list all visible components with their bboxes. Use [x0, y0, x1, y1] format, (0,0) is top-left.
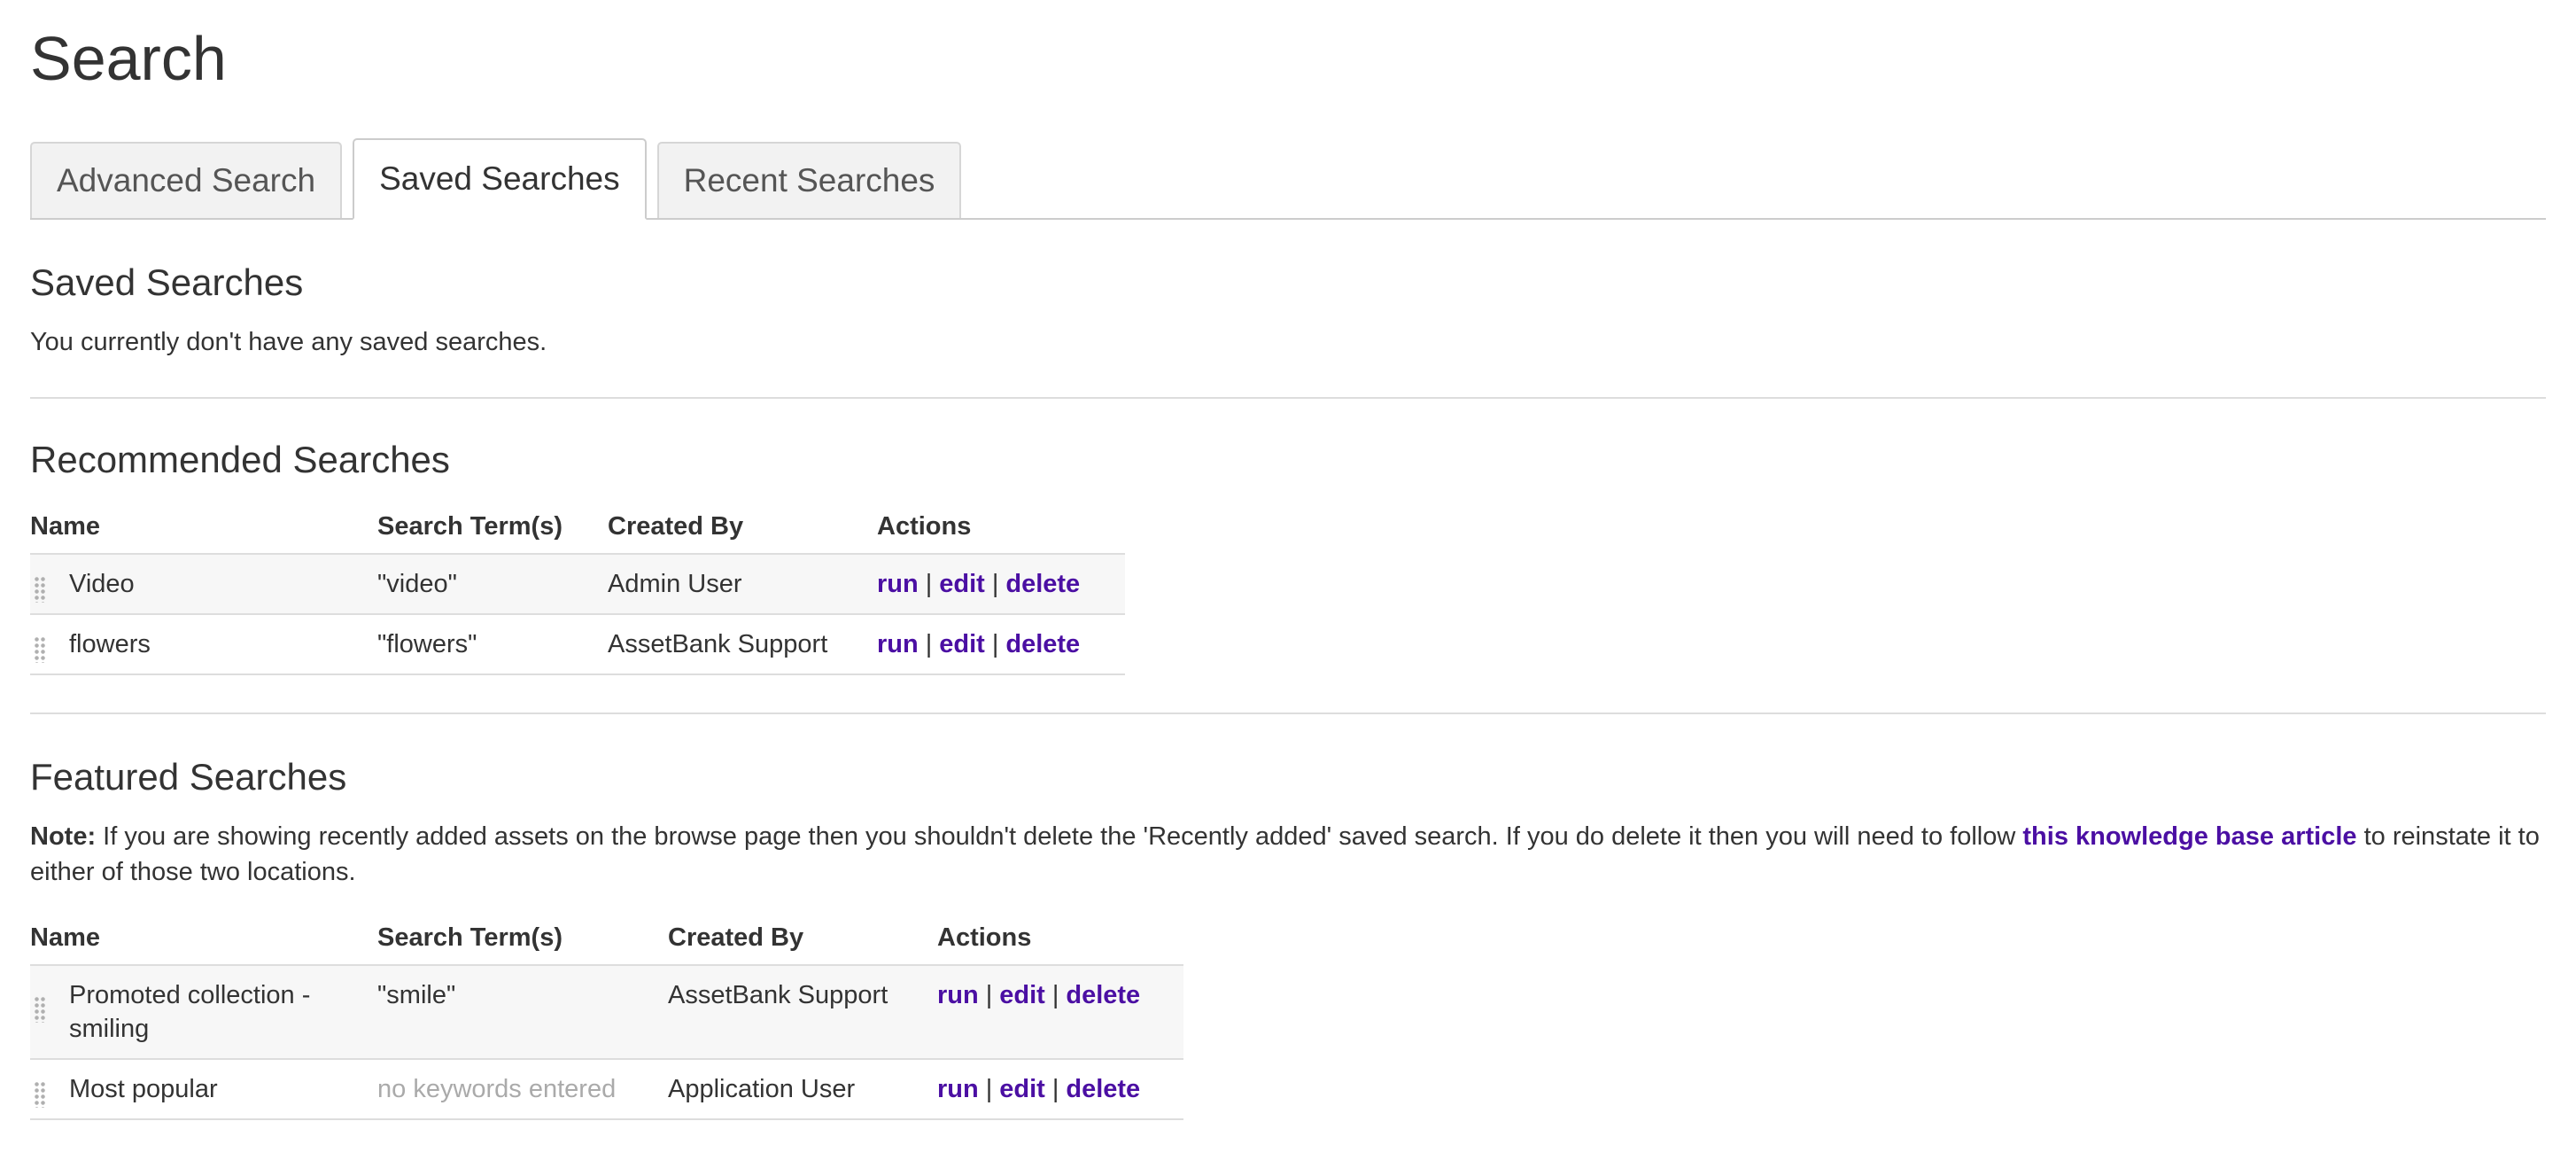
row-name-cell: flowers [30, 614, 377, 674]
recommended-searches-heading: Recommended Searches [30, 439, 450, 480]
table-row: Promoted collection - smiling "smile" As… [30, 965, 1183, 1059]
run-link[interactable]: run [877, 570, 919, 598]
row-search-terms: "flowers" [377, 630, 477, 658]
table-header-row: Name Search Term(s) Created By Actions [30, 500, 1125, 554]
note-text: If you are showing recently added assets… [96, 822, 2023, 851]
row-search-terms: "smile" [377, 981, 456, 1009]
column-header-name: Name [30, 923, 100, 952]
delete-link[interactable]: delete [1066, 1075, 1140, 1103]
recommended-searches-section: Recommended Searches Name Search Term(s)… [30, 438, 2546, 675]
row-created-by: AssetBank Support [608, 630, 828, 658]
featured-searches-section: Featured Searches Note: If you are showi… [30, 755, 2546, 1120]
edit-link[interactable]: edit [999, 981, 1045, 1009]
section-divider [30, 712, 2546, 714]
tab-recent-searches[interactable]: Recent Searches [656, 142, 962, 218]
edit-link[interactable]: edit [939, 630, 985, 658]
featured-searches-table: Name Search Term(s) Created By Actions P… [30, 911, 1183, 1120]
row-name: Most popular [69, 1075, 218, 1103]
action-separator: | [1051, 1075, 1059, 1103]
saved-searches-heading: Saved Searches [30, 261, 304, 303]
column-header-name: Name [30, 511, 100, 541]
row-created-by: Application User [668, 1075, 856, 1103]
row-created-by: Admin User [608, 570, 742, 598]
column-header-created-by: Created By [608, 511, 744, 541]
delete-link[interactable]: delete [1005, 630, 1080, 658]
section-divider [30, 397, 2546, 399]
delete-link[interactable]: delete [1005, 570, 1080, 598]
row-actions: run | edit | delete [937, 965, 1183, 1059]
column-header-actions: Actions [877, 511, 972, 541]
table-header-row: Name Search Term(s) Created By Actions [30, 911, 1183, 965]
recommended-searches-table: Name Search Term(s) Created By Actions V… [30, 500, 1125, 675]
run-link[interactable]: run [937, 1075, 979, 1103]
row-created-by: AssetBank Support [668, 981, 888, 1009]
run-link[interactable]: run [877, 630, 919, 658]
row-name-cell: Promoted collection - smiling [30, 965, 377, 1059]
featured-note: Note: If you are showing recently added … [30, 819, 2546, 890]
action-separator: | [985, 981, 993, 1009]
saved-searches-section: Saved Searches You currently don't have … [30, 261, 2546, 360]
row-name: flowers [69, 630, 151, 658]
knowledge-base-link[interactable]: this knowledge base article [2022, 822, 2356, 851]
edit-link[interactable]: edit [939, 570, 985, 598]
drag-handle-icon[interactable] [34, 636, 46, 663]
column-header-search-terms: Search Term(s) [377, 923, 563, 952]
column-header-actions: Actions [937, 923, 1032, 952]
table-row: Video "video" Admin User run | edit | delete [30, 554, 1125, 614]
drag-handle-icon[interactable] [34, 996, 46, 1023]
action-separator: | [925, 570, 933, 598]
row-name: Video [69, 570, 135, 598]
action-separator: | [991, 570, 999, 598]
note-label: Note: [30, 822, 97, 851]
search-tabs: Advanced Search Saved Searches Recent Se… [30, 136, 2546, 220]
run-link[interactable]: run [937, 981, 979, 1009]
column-header-created-by: Created By [668, 923, 804, 952]
table-row: flowers "flowers" AssetBank Support run |… [30, 614, 1125, 674]
edit-link[interactable]: edit [999, 1075, 1045, 1103]
row-actions: run | edit | delete [877, 554, 1125, 614]
row-actions: run | edit | delete [877, 614, 1125, 674]
search-page: Search Advanced Search Saved Searches Re… [0, 0, 2576, 1120]
delete-link[interactable]: delete [1066, 981, 1140, 1009]
row-search-terms: "video" [377, 570, 457, 598]
row-actions: run | edit | delete [937, 1059, 1183, 1119]
page-title: Search [30, 24, 227, 93]
saved-searches-empty-text: You currently don't have any saved searc… [30, 328, 547, 356]
drag-handle-icon[interactable] [34, 576, 46, 603]
row-name-cell: Most popular [30, 1059, 377, 1119]
drag-handle-icon[interactable] [34, 1081, 46, 1108]
row-name: Promoted collection - smiling [69, 981, 311, 1043]
tab-saved-searches[interactable]: Saved Searches [353, 138, 647, 220]
action-separator: | [991, 630, 999, 658]
row-search-terms: no keywords entered [377, 1075, 617, 1103]
table-row: Most popular no keywords entered Applica… [30, 1059, 1183, 1119]
row-name-cell: Video [30, 554, 377, 614]
action-separator: | [925, 630, 933, 658]
featured-searches-heading: Featured Searches [30, 756, 347, 798]
column-header-search-terms: Search Term(s) [377, 511, 563, 541]
action-separator: | [1051, 981, 1059, 1009]
action-separator: | [985, 1075, 993, 1103]
tab-advanced-search[interactable]: Advanced Search [30, 142, 343, 218]
